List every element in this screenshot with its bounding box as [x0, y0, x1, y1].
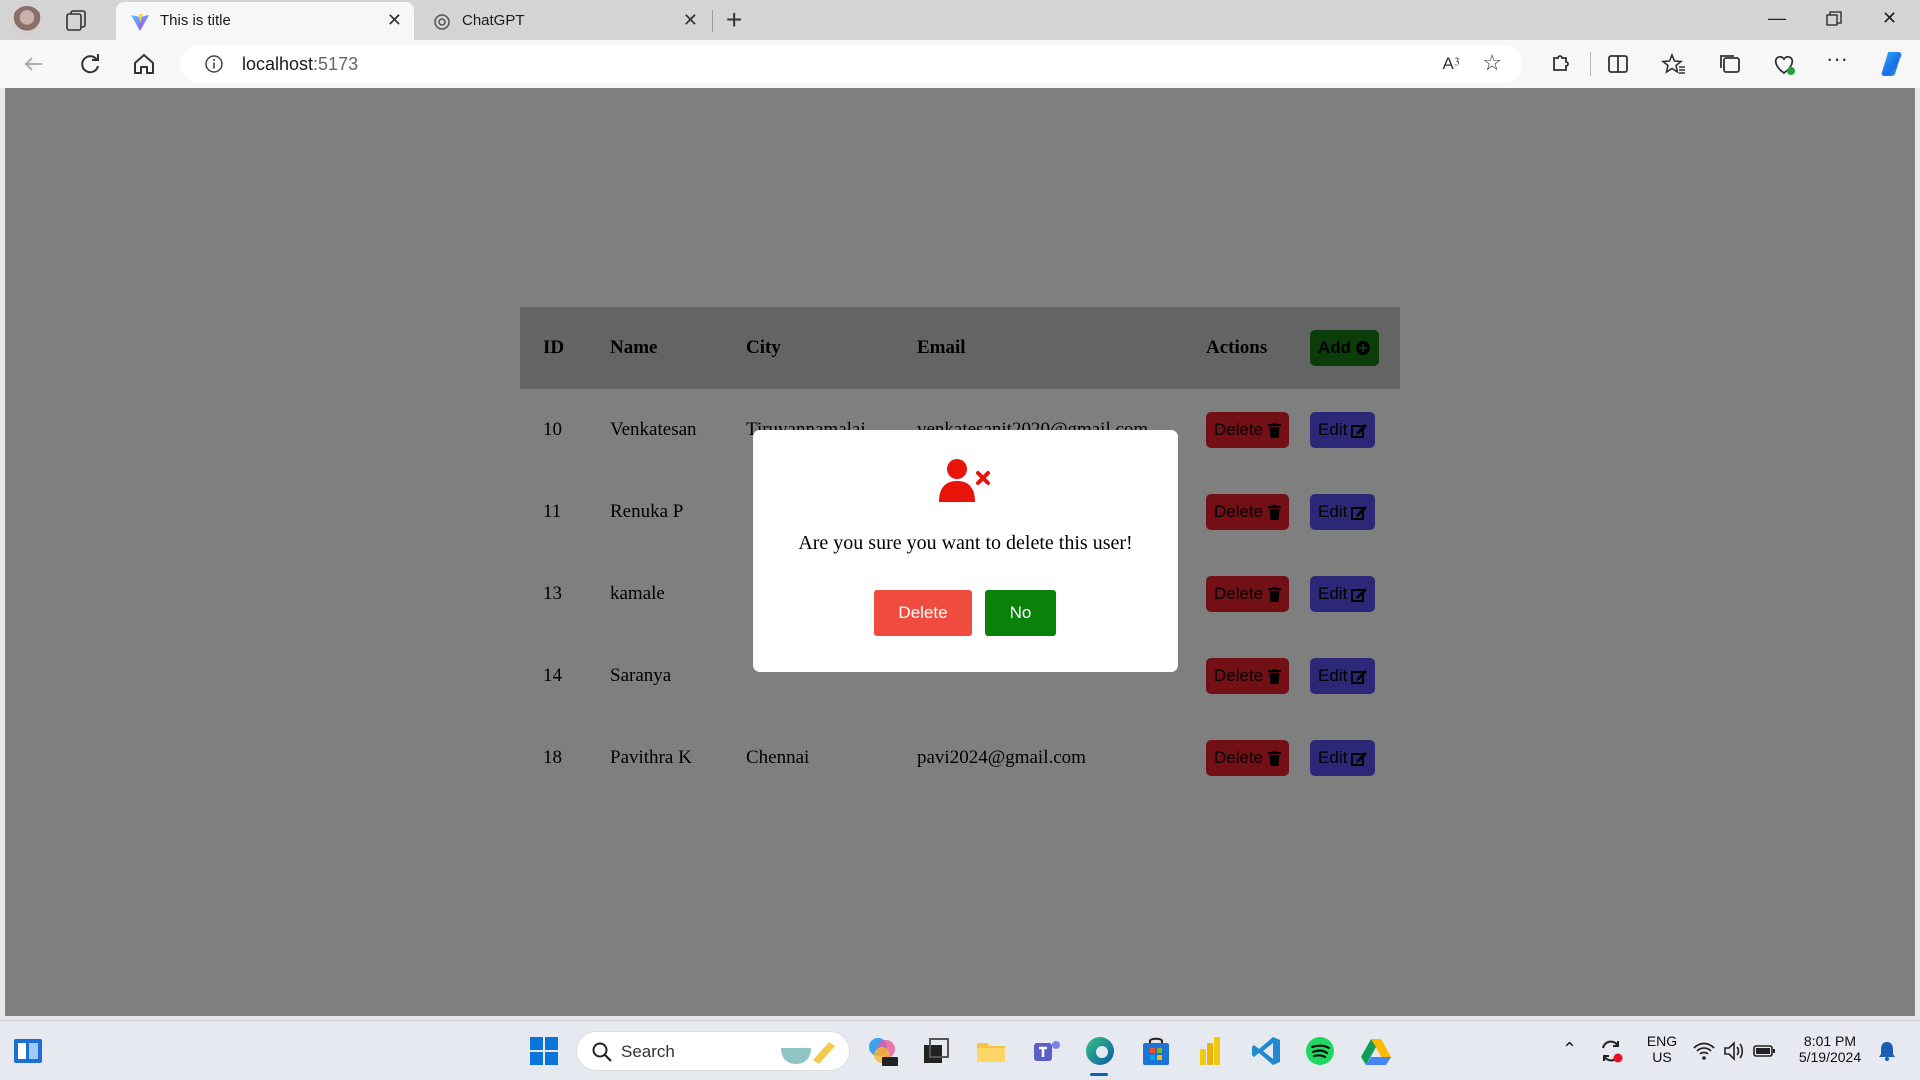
task-view-icon[interactable]: [920, 1035, 952, 1067]
refresh-icon[interactable]: [76, 50, 104, 78]
new-tab-icon[interactable]: +: [726, 4, 742, 36]
region-code: US: [1652, 1049, 1672, 1065]
restore-icon[interactable]: [1826, 11, 1842, 27]
tab-separator: [712, 10, 713, 32]
browser-essentials-icon[interactable]: [1770, 50, 1798, 78]
browser-toolbar: localhost:5173 A⁳ ☆ ···: [0, 40, 1920, 88]
clock[interactable]: 8:01 PM 5/19/2024: [1790, 1033, 1870, 1065]
clock-date: 5/19/2024: [1798, 1049, 1862, 1065]
sync-icon[interactable]: [1598, 1038, 1624, 1064]
copilot-icon[interactable]: [1878, 48, 1910, 80]
vscode-icon[interactable]: [1250, 1035, 1282, 1067]
volume-icon[interactable]: [1722, 1039, 1746, 1063]
tab-title: This is title: [160, 12, 231, 29]
chatgpt-favicon-icon: [434, 14, 450, 30]
edge-icon[interactable]: [1084, 1035, 1116, 1067]
minimize-icon[interactable]: —: [1768, 8, 1786, 29]
windows-taskbar: Search ⌃ ENG US 8:01 PM 5/19/2024: [0, 1020, 1920, 1080]
search-icon: [592, 1042, 612, 1062]
spotify-icon[interactable]: [1304, 1035, 1336, 1067]
address-bar[interactable]: localhost:5173 A⁳ ☆: [180, 45, 1522, 83]
teams-icon[interactable]: [1030, 1035, 1062, 1067]
favorites-icon[interactable]: [1660, 50, 1688, 78]
favorite-star-icon[interactable]: ☆: [1482, 50, 1502, 76]
tab-actions-icon[interactable]: [64, 8, 90, 32]
confirm-delete-button[interactable]: Delete: [874, 590, 972, 636]
language-indicator[interactable]: ENG US: [1644, 1033, 1680, 1065]
power-bi-icon[interactable]: [1194, 1035, 1226, 1067]
widgets-icon[interactable]: [12, 1035, 44, 1067]
close-tab-icon[interactable]: ✕: [683, 10, 698, 31]
battery-icon[interactable]: [1752, 1039, 1776, 1063]
tab-title: ChatGPT: [462, 12, 525, 29]
search-highlight-icon: [781, 1042, 835, 1064]
confirm-message: Are you sure you want to delete this use…: [798, 532, 1133, 554]
delete-confirm-dialog: Are you sure you want to delete this use…: [753, 430, 1178, 672]
file-explorer-icon[interactable]: [975, 1035, 1007, 1067]
notification-bell-icon[interactable]: [1876, 1040, 1898, 1062]
home-icon[interactable]: [130, 50, 158, 78]
taskbar-search-box[interactable]: Search: [576, 1031, 850, 1071]
active-app-indicator: [1090, 1073, 1108, 1076]
page-viewport: ID Name City Email Actions Add: [5, 88, 1915, 1016]
copilot-preview-icon[interactable]: [866, 1035, 898, 1067]
split-screen-icon[interactable]: [1604, 50, 1632, 78]
toolbar-divider: [1590, 52, 1591, 76]
tab-chatgpt[interactable]: ChatGPT ✕: [418, 2, 710, 40]
site-info-icon[interactable]: [204, 54, 224, 74]
microsoft-store-icon[interactable]: [1140, 1035, 1172, 1067]
close-tab-icon[interactable]: ✕: [387, 10, 402, 31]
read-aloud-icon[interactable]: A⁳: [1443, 53, 1460, 75]
profile-avatar[interactable]: [12, 6, 42, 36]
close-window-icon[interactable]: ✕: [1882, 8, 1897, 29]
clock-time: 8:01 PM: [1803, 1033, 1857, 1049]
language-code: ENG: [1646, 1033, 1678, 1049]
google-drive-icon[interactable]: [1360, 1035, 1392, 1067]
tab-this-is-title[interactable]: This is title ✕: [116, 2, 414, 40]
show-hidden-icons[interactable]: ⌃: [1562, 1039, 1577, 1060]
extensions-icon[interactable]: [1546, 50, 1574, 78]
user-delete-icon: [939, 459, 990, 502]
back-icon[interactable]: [20, 50, 48, 78]
more-options-icon[interactable]: ···: [1826, 46, 1854, 74]
search-placeholder: Search: [621, 1042, 675, 1061]
wifi-icon[interactable]: [1692, 1039, 1716, 1063]
browser-tab-bar: This is title ✕ ChatGPT ✕ + — ✕: [0, 0, 1920, 40]
vite-favicon-icon: [131, 14, 149, 31]
windows-start-icon[interactable]: [528, 1035, 560, 1067]
collections-icon[interactable]: [1716, 50, 1744, 78]
url-text: localhost:5173: [242, 54, 359, 74]
cancel-no-button[interactable]: No: [985, 590, 1056, 636]
